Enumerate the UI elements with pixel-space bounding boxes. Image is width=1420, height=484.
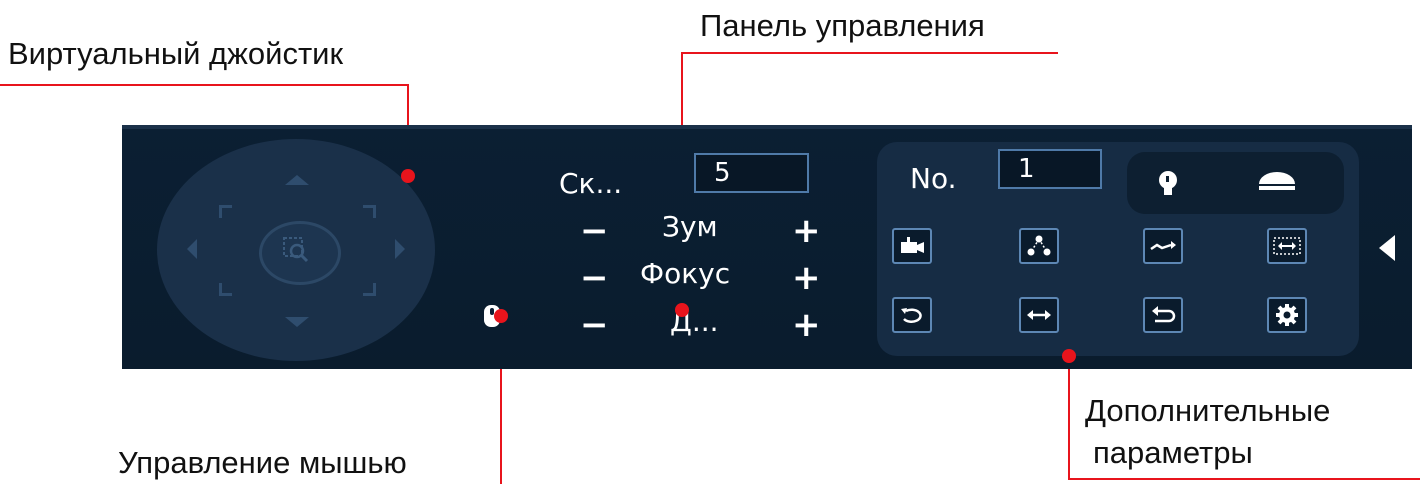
zoom-label: Зум bbox=[662, 210, 718, 243]
preset-camera-icon bbox=[901, 237, 924, 253]
focus-minus-button[interactable]: − bbox=[580, 261, 609, 295]
joystick-zoom-icon[interactable] bbox=[281, 235, 311, 265]
preset-label: No. bbox=[910, 162, 957, 195]
pan-button[interactable] bbox=[1019, 297, 1059, 333]
flip-icon bbox=[1152, 306, 1176, 323]
leader-extra-h bbox=[1068, 478, 1420, 480]
preset-camera-button[interactable] bbox=[892, 228, 932, 264]
scan-button[interactable] bbox=[1267, 228, 1307, 264]
leader-extra-v bbox=[1068, 355, 1070, 480]
joystick-right-arrow-icon[interactable] bbox=[395, 239, 405, 259]
annotation-virtual-joystick: Виртуальный джойстик bbox=[8, 36, 344, 71]
light-wiper-group bbox=[1127, 152, 1344, 214]
iris-minus-button[interactable]: − bbox=[580, 308, 609, 342]
settings-button[interactable] bbox=[1267, 297, 1307, 333]
rotate-button[interactable] bbox=[892, 297, 932, 333]
annotation-dot-panel bbox=[675, 303, 689, 317]
speed-field[interactable]: 5 bbox=[694, 153, 809, 193]
joystick-up-left-icon[interactable] bbox=[219, 205, 232, 218]
virtual-joystick[interactable] bbox=[157, 139, 435, 361]
settings-icon bbox=[1276, 304, 1298, 326]
speed-label: Ск... bbox=[559, 167, 623, 200]
ptz-control-panel: Ск... 5 − Зум + − Фокус + − Д... + No. 1 bbox=[122, 125, 1412, 369]
leader-panel-h bbox=[682, 52, 1058, 54]
joystick-down-left-icon[interactable] bbox=[219, 283, 232, 296]
annotation-extra-params-line2: параметры bbox=[1093, 435, 1253, 470]
annotation-dot-extra bbox=[1062, 349, 1076, 363]
rotate-icon bbox=[901, 308, 922, 323]
zoom-plus-button[interactable]: + bbox=[792, 214, 821, 248]
annotation-control-panel: Панель управления bbox=[700, 8, 985, 43]
annotation-extra-params-line1: Дополнительные bbox=[1085, 393, 1331, 428]
pattern-icon bbox=[1150, 241, 1176, 251]
iris-plus-button[interactable]: + bbox=[792, 308, 821, 342]
tour-button[interactable] bbox=[1019, 228, 1059, 264]
joystick-down-arrow-icon[interactable] bbox=[285, 317, 309, 327]
light-icon[interactable] bbox=[1157, 170, 1179, 198]
joystick-left-arrow-icon[interactable] bbox=[187, 239, 197, 259]
annotation-mouse-control: Управление мышью bbox=[118, 445, 407, 480]
tour-icon bbox=[1027, 235, 1051, 256]
joystick-down-right-icon[interactable] bbox=[363, 283, 376, 296]
annotation-dot-mouse bbox=[494, 309, 508, 323]
scan-icon bbox=[1273, 237, 1301, 255]
annotation-dot-joystick bbox=[401, 169, 415, 183]
preset-field[interactable]: 1 bbox=[998, 149, 1102, 189]
joystick-up-arrow-icon[interactable] bbox=[285, 175, 309, 185]
zoom-minus-button[interactable]: − bbox=[580, 214, 609, 248]
collapse-arrow-icon[interactable] bbox=[1379, 235, 1395, 261]
wiper-icon[interactable] bbox=[1257, 172, 1297, 196]
extra-params-group: No. 1 bbox=[877, 142, 1359, 356]
leader-joystick-h bbox=[0, 84, 408, 86]
pan-icon bbox=[1027, 310, 1051, 320]
joystick-up-right-icon[interactable] bbox=[363, 205, 376, 218]
flip-button[interactable] bbox=[1143, 297, 1183, 333]
pattern-button[interactable] bbox=[1143, 228, 1183, 264]
panel-top-border bbox=[122, 125, 1412, 129]
focus-plus-button[interactable]: + bbox=[792, 261, 821, 295]
focus-label: Фокус bbox=[640, 257, 731, 290]
